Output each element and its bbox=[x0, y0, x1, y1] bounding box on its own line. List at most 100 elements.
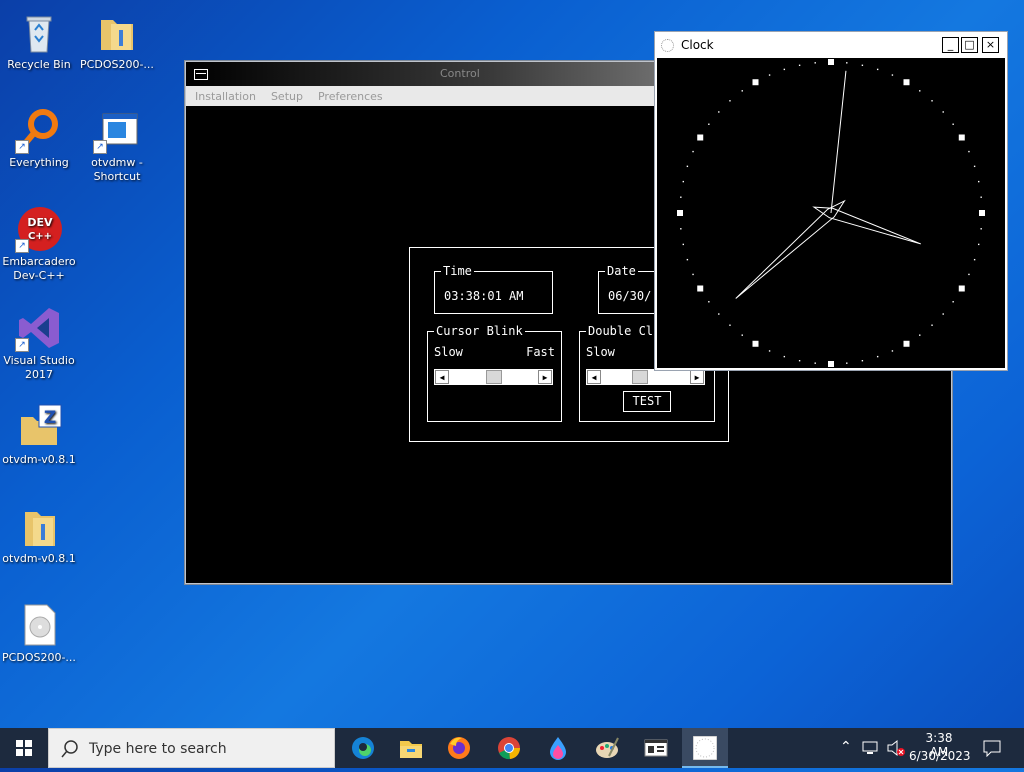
cursor-blink-group: Cursor Blink Slow Fast ◀ ▶ bbox=[427, 324, 562, 422]
taskbar-clock[interactable] bbox=[682, 728, 728, 768]
minute-dot bbox=[798, 64, 801, 66]
clock-window-titlebar[interactable]: Clock _ □ × bbox=[655, 32, 1007, 58]
menu-installation[interactable]: Installation bbox=[195, 90, 256, 103]
paint3d-icon bbox=[550, 737, 566, 760]
test-button[interactable]: TEST bbox=[623, 391, 671, 412]
taskbar-paint3d[interactable] bbox=[535, 728, 581, 768]
desktop-icon-visual-studio[interactable]: ↗ Visual Studio 2017 bbox=[1, 304, 77, 382]
minute-dot bbox=[798, 360, 801, 362]
desktop-icon-devcpp[interactable]: DEV C++ ↗ Embarcadero Dev-C++ bbox=[1, 205, 77, 283]
maximize-button[interactable]: □ bbox=[961, 37, 978, 53]
minimize-button[interactable]: _ bbox=[942, 37, 959, 53]
cursor-blink-slow-label: Slow bbox=[434, 345, 463, 359]
minute-dot bbox=[952, 301, 954, 303]
minute-dot bbox=[919, 334, 921, 336]
notifications-icon[interactable] bbox=[982, 739, 1002, 757]
everything-search-icon: ↗ bbox=[15, 106, 63, 154]
shortcut-arrow-icon: ↗ bbox=[15, 140, 29, 154]
double-click-label: Double Cl bbox=[586, 324, 656, 338]
close-button[interactable]: × bbox=[982, 37, 999, 53]
second-hand bbox=[830, 70, 847, 214]
minute-dot bbox=[783, 68, 786, 71]
folder-icon bbox=[15, 502, 63, 550]
minute-dot bbox=[680, 228, 682, 230]
date-value: 06/30/ bbox=[608, 289, 652, 303]
window-app-icon: ↗ bbox=[93, 106, 141, 154]
desktop-icon-otvdm-zip[interactable]: Z otvdm-v0.8.1 bbox=[1, 403, 77, 467]
hour-marker bbox=[958, 134, 965, 141]
shortcut-arrow-icon: ↗ bbox=[93, 140, 107, 154]
minute-dot bbox=[783, 355, 786, 358]
desktop-icon-label: PCDOS200-... bbox=[80, 58, 154, 71]
file-explorer-icon bbox=[400, 741, 422, 758]
hour-marker bbox=[752, 340, 759, 347]
hour-marker bbox=[677, 210, 683, 216]
scroll-right-arrow-icon[interactable]: ▶ bbox=[690, 370, 704, 384]
double-click-scrollbar[interactable]: ◀ ▶ bbox=[586, 369, 705, 385]
minute-dot bbox=[718, 313, 720, 315]
minute-dot bbox=[718, 111, 720, 113]
taskbar-paint[interactable] bbox=[584, 728, 630, 768]
minute-dot bbox=[846, 362, 848, 364]
show-hidden-icons-chevron-icon[interactable]: ⌃ bbox=[840, 739, 852, 755]
hour-marker bbox=[828, 59, 834, 65]
system-menu-icon[interactable] bbox=[194, 69, 208, 80]
desktop-icon-everything[interactable]: ↗ Everything bbox=[1, 106, 77, 170]
desktop-icon-otvdmw-shortcut[interactable]: ↗ otvdmw - Shortcut bbox=[79, 106, 155, 184]
devcpp-icon: DEV C++ ↗ bbox=[15, 205, 63, 253]
minute-dot bbox=[768, 350, 771, 352]
minute-dot bbox=[846, 62, 848, 64]
desktop-icon-pcdos-image[interactable]: PCDOS200-... bbox=[1, 601, 77, 665]
minute-dot bbox=[891, 74, 894, 76]
taskbar-chrome[interactable] bbox=[486, 728, 532, 768]
recycle-bin-icon bbox=[15, 8, 63, 56]
scroll-left-arrow-icon[interactable]: ◀ bbox=[435, 370, 449, 384]
minute-dot bbox=[708, 123, 710, 125]
hour-marker bbox=[958, 285, 965, 292]
svg-text:DEV: DEV bbox=[27, 216, 53, 229]
desktop-icon-pcdos-folder[interactable]: PCDOS200-... bbox=[79, 8, 155, 72]
hour-marker bbox=[697, 285, 704, 292]
desktop-icon-label: Everything bbox=[9, 156, 69, 169]
menu-setup[interactable]: Setup bbox=[271, 90, 303, 103]
clock-window[interactable]: Clock _ □ × bbox=[654, 31, 1008, 371]
network-icon[interactable] bbox=[862, 740, 880, 756]
control-panel-icon bbox=[644, 739, 668, 757]
desktop-icon-recycle-bin[interactable]: Recycle Bin bbox=[1, 8, 77, 72]
volume-muted-icon[interactable] bbox=[886, 739, 906, 757]
minute-dot bbox=[980, 196, 982, 198]
minute-dot bbox=[682, 243, 684, 246]
scroll-right-arrow-icon[interactable]: ▶ bbox=[538, 370, 552, 384]
scroll-left-arrow-icon[interactable]: ◀ bbox=[587, 370, 601, 384]
double-click-thumb[interactable] bbox=[632, 370, 648, 384]
minute-dot bbox=[942, 313, 944, 315]
cursor-blink-thumb[interactable] bbox=[486, 370, 502, 384]
menu-preferences[interactable]: Preferences bbox=[318, 90, 383, 103]
minute-dot bbox=[741, 90, 743, 92]
hour-marker bbox=[828, 361, 834, 367]
minute-dot bbox=[729, 100, 731, 102]
clock-app-icon bbox=[661, 39, 674, 52]
taskbar-edge[interactable] bbox=[340, 728, 386, 768]
desktop-icon-label: Embarcadero Dev-C++ bbox=[2, 255, 76, 282]
minute-dot bbox=[686, 165, 689, 168]
desktop-icon-otvdm-folder[interactable]: otvdm-v0.8.1 bbox=[1, 502, 77, 566]
taskbar-firefox[interactable] bbox=[436, 728, 482, 768]
taskbar-search-box[interactable]: Type here to search bbox=[48, 728, 335, 768]
minute-dot bbox=[680, 196, 682, 198]
cursor-blink-label: Cursor Blink bbox=[434, 324, 525, 338]
taskbar-file-explorer[interactable] bbox=[388, 728, 434, 768]
minute-dot bbox=[919, 90, 921, 92]
hour-marker bbox=[752, 79, 759, 86]
minute-dot bbox=[814, 62, 816, 64]
start-button[interactable] bbox=[0, 728, 48, 768]
minute-hand bbox=[735, 199, 846, 299]
windows-logo-icon bbox=[16, 740, 32, 756]
taskbar-control-panel[interactable] bbox=[633, 728, 679, 768]
zip-folder-icon: Z bbox=[15, 403, 63, 451]
tray-date[interactable]: 6/30/2023 bbox=[909, 749, 971, 763]
time-group: Time 03:38:01 AM bbox=[434, 264, 553, 314]
time-label: Time bbox=[441, 264, 474, 278]
cursor-blink-scrollbar[interactable]: ◀ ▶ bbox=[434, 369, 553, 385]
minute-dot bbox=[814, 362, 816, 364]
